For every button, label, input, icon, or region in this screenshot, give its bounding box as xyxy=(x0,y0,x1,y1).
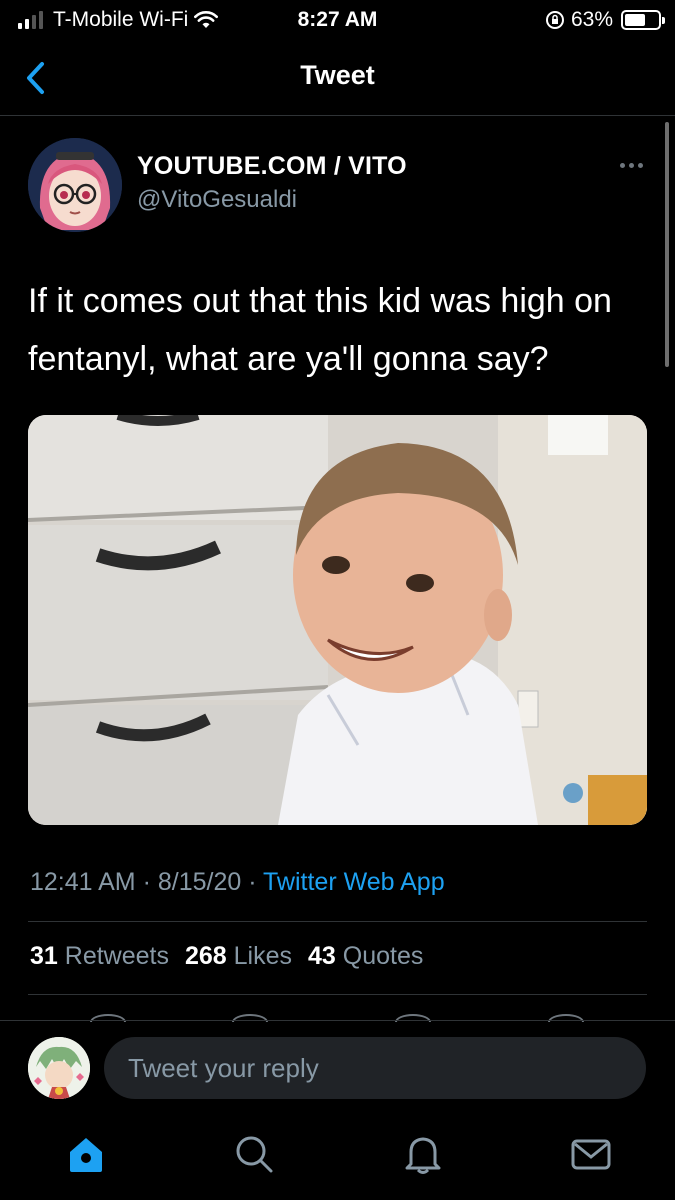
tab-bar xyxy=(0,1120,675,1200)
anime-avatar-image xyxy=(28,138,122,232)
author-display-name[interactable]: YOUTUBE.COM / VITO xyxy=(137,152,407,181)
home-icon[interactable] xyxy=(64,1132,108,1176)
battery-percent: 63% xyxy=(570,8,613,31)
tweet-meta: 12:41 AM · 8/15/20 · Twitter Web App xyxy=(30,868,445,897)
quotes-count: 43 xyxy=(308,942,336,970)
messages-icon[interactable] xyxy=(569,1132,613,1176)
user-avatar-image xyxy=(28,1037,90,1099)
divider xyxy=(28,921,647,922)
status-bar: T-Mobile Wi-Fi 8:27 AM 63% xyxy=(0,0,675,40)
tweet-text: If it comes out that this kid was high o… xyxy=(28,282,612,378)
retweets-count: 31 xyxy=(30,942,58,970)
more-options-icon[interactable] xyxy=(620,163,643,168)
orientation-lock-icon xyxy=(545,11,564,29)
likes-label: Likes xyxy=(233,942,293,970)
reply-input[interactable]: Tweet your reply xyxy=(104,1037,646,1099)
retweets-stat[interactable]: 31 Retweets xyxy=(30,942,169,971)
author-handle[interactable]: @VitoGesualdi xyxy=(137,186,297,214)
child-photo-image xyxy=(28,415,647,825)
tweet-photo[interactable] xyxy=(28,415,647,825)
tweet-source-link[interactable]: Twitter Web App xyxy=(263,868,445,896)
quotes-stat[interactable]: 43 Quotes xyxy=(308,942,423,971)
page-title: Tweet xyxy=(300,60,375,90)
battery-icon xyxy=(621,10,665,30)
author-avatar[interactable] xyxy=(28,138,122,232)
tweet-timestamp: 12:41 AM · 8/15/20 · xyxy=(30,868,264,896)
likes-count: 268 xyxy=(184,942,227,970)
user-avatar[interactable] xyxy=(28,1037,90,1099)
notifications-icon[interactable] xyxy=(401,1132,445,1176)
scrollbar[interactable] xyxy=(665,122,669,367)
likes-stat[interactable]: 268 Likes xyxy=(185,942,292,971)
quotes-label: Quotes xyxy=(342,942,424,970)
tweet-stats: 31 Retweets 268 Likes 43 Quotes xyxy=(30,942,423,971)
reply-bar: Tweet your reply xyxy=(0,1020,675,1120)
divider xyxy=(28,994,647,995)
status-right: 63% xyxy=(545,8,665,32)
nav-bar: Tweet xyxy=(0,40,675,116)
search-icon[interactable] xyxy=(232,1132,276,1176)
retweets-label: Retweets xyxy=(64,942,169,970)
